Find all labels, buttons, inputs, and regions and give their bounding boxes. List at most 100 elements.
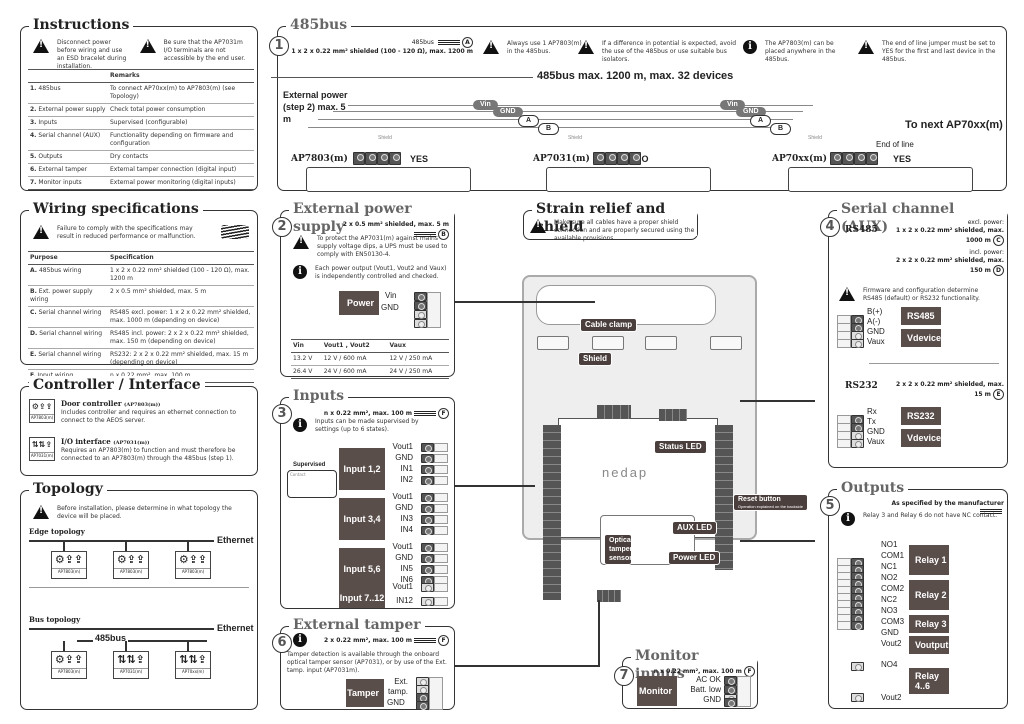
topology-device: ⚙⇪⇪ AP7803(m) [113,551,149,579]
warning-icon [33,39,49,53]
input-pin-label: IN1 [400,464,413,473]
bus485-note-3: The AP7803(m) can be placed anywhere in … [765,40,836,63]
terminal [605,152,617,165]
bus-ethernet-label: Ethernet [217,623,254,633]
serial-box: Vdevice [901,429,941,447]
eol-jumper[interactable]: YES [410,154,428,164]
bus485-note-4: The end of line jumper must be set to YE… [882,40,996,63]
shield-label: Shield [568,135,582,141]
terminal [389,152,401,165]
warning-icon [578,40,594,54]
output-pin-label: NC2 [881,595,898,604]
power-table: Vin Vout1 , Vout2 Vaux 13.2 V 12 V / 600 mA… [291,339,449,379]
door-controller-icon: ⚙⇪⇪ AP7803(m) [29,399,55,423]
output-pin-label: NO1 [881,540,898,549]
wire-label-a: A [750,115,772,127]
input-pin-label: IN5 [400,564,413,573]
callout-reset-button: Reset button Operation explained on the b… [733,494,808,511]
info-icon: i [293,265,307,279]
power-row: 26.4 V 24 V / 600 mA 24 V / 250 mA [291,365,449,379]
strain-panel: Strain relief and shield Make sure all c… [523,200,698,242]
wire-label-b: B [770,123,792,135]
input-pin-label: GND [395,553,413,562]
bottom-terminals [597,590,621,602]
step-number-2: 2 [272,217,292,237]
device-name: AP7031(m) [533,154,590,164]
info-icon: i [841,512,855,526]
device-ap70xx [788,167,973,192]
inputs-info: Inputs can be made supervised by setting… [315,418,419,433]
monitor-panel: Monitor inputs 7 n x 0.22 mm², max. 100 … [614,647,758,709]
io-interface-name: I/O interface [61,437,111,446]
tamper-info: Tamper detection is available through th… [287,651,447,674]
callout-shield: Shield [578,352,613,366]
relay-box: Relay 1 [909,545,949,575]
step-number-5: 5 [820,496,840,516]
monitor-box: Monitor [637,676,677,706]
info-icon: i [293,633,307,647]
door-controller-name: Door controller [61,399,122,408]
input-pin-label: IN3 [400,514,413,523]
instructions-row: 1. 485bus To connect AP70xx(m) to AP7803(… [28,82,254,104]
terminal [421,515,434,524]
terminal [421,543,434,552]
output-pin-label: COM3 [881,617,905,626]
io-interface-icon: ⇅⇅⇪ AP7031(m) [29,437,55,461]
rs232-spec: 2 x 2 x 0.22 mm² shielded, max. 15 m [895,381,1004,398]
serial-pin-label: GND [867,327,885,336]
controller-icon: ⚙⇪⇪ [178,553,208,566]
serial-pin-label: Rx [867,407,877,416]
output-pin-label: Vout2 [881,639,902,648]
instructions-panel: Instructions Disconnect power before wir… [20,16,258,191]
topology-device: ⇅⇅⇪ AP70xx(m) [175,651,211,679]
controller-icon: ⚙⇪⇪ [54,553,84,566]
power-warning: To protect the AP7031(m) against mains s… [317,235,448,258]
bus-485-label: 485bus [93,633,129,643]
terminal [353,152,365,165]
output-pin-label: NC1 [881,562,898,571]
cable-icon [221,225,249,239]
end-of-line-label: End of line [876,140,914,149]
terminal [830,152,842,165]
step-number-4: 4 [820,217,840,237]
terminal [617,152,629,165]
power-info: Each power output (Vout1, Vout2 and Vaux… [315,265,447,280]
serial-pin-label: A(-) [867,317,881,326]
power-panel: External power supply 2 2 x 0.5 mm² shie… [272,200,455,379]
terminal [421,526,434,535]
door-controller-item: ⚙⇪⇪ AP7803(m) Door controller (AP7803(m))… [29,399,254,433]
cable-clamp-3 [645,336,677,350]
inputs-title: Inputs [289,387,349,405]
eol-jumper[interactable]: YES [893,154,911,164]
topology-device: ⚙⇪⇪ AP7803(m) [51,551,87,579]
cable-tag-c: C [993,235,1004,246]
controller-title: Controller / Interface [29,376,205,394]
tamper-box: Tamper [346,679,384,707]
input-pin-label: IN2 [400,475,413,484]
cable-icon [438,39,460,46]
power-row: 13.2 V 12 V / 600 mA 12 V / 250 mA [291,352,449,366]
io-interface-item: ⇅⇅⇪ AP7031(m) I/O interface (AP7031(m)) R… [29,437,254,471]
pin-ac-ok: AC OK [696,675,721,684]
terminal [421,504,434,513]
cable-icon [414,410,436,417]
topology-device: ⚙⇪⇪ AP7803(m) [51,651,87,679]
terminal [851,339,864,348]
wire-label-a: A [518,115,540,127]
instructions-table: Remarks 1. 485bus To connect AP70xx(m) to… [28,69,254,190]
output-pin-label: GND [881,628,899,637]
pin-gnd: GND [381,303,399,312]
cable-tag-f: F [438,408,449,419]
wire-label-gnd: GND [493,107,523,117]
pin-ext-tamp: Ext. tamp. [388,677,409,696]
supervised-label: Supervised [293,462,326,468]
warning-icon [483,40,499,54]
instructions-row: 6. External tamper External tamper connec… [28,163,254,177]
wire-label-b: B [538,123,560,135]
callout-optical-tamper: Optical tamper sensor [604,534,633,565]
instructions-warning-2: Be sure that the AP7031m I/O terminals a… [163,39,246,62]
cable-clamp-2 [592,336,624,350]
device-ap7031 [546,167,711,192]
tamper-panel: External tamper 6 i 2 x 0.22 mm², max. 1… [272,616,455,710]
terminals-top-aux [659,409,687,421]
